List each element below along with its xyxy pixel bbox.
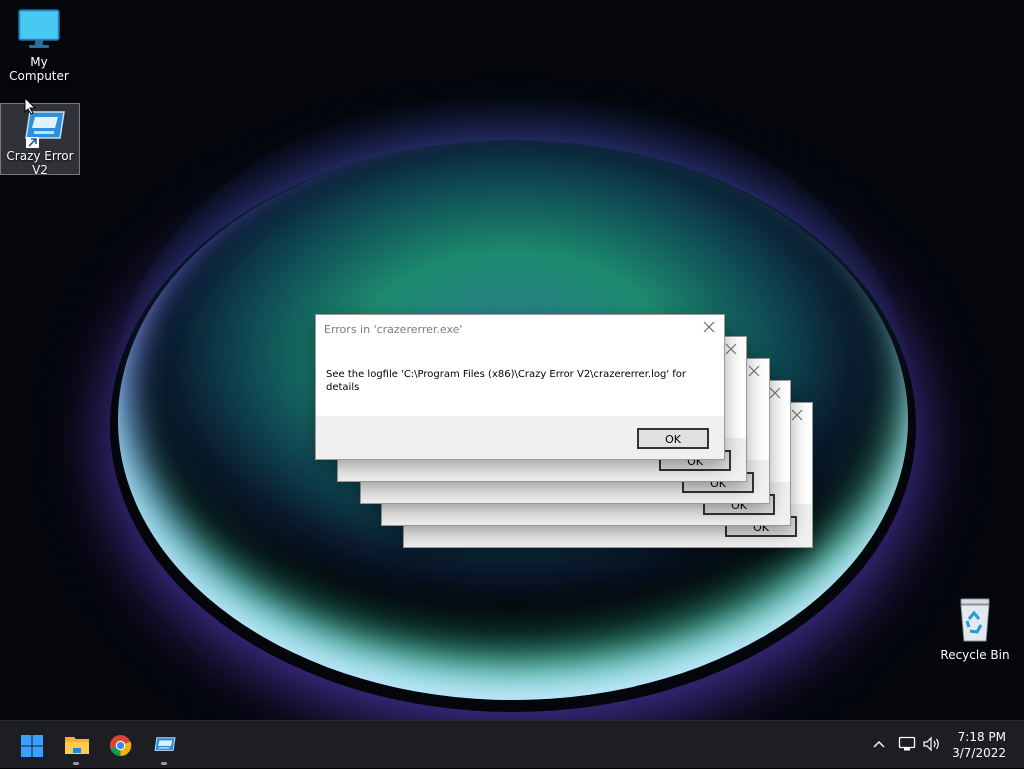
dialog-message: See the logfile 'C:\Program Files (x86)\…: [326, 369, 686, 393]
app-icon: [154, 737, 176, 751]
mouse-cursor-icon: [24, 97, 36, 115]
desktop-icon-recycle-bin[interactable]: Recycle Bin: [936, 597, 1014, 662]
desktop-icon-label: Recycle Bin: [940, 648, 1010, 662]
volume-icon[interactable]: [922, 736, 942, 752]
error-dialog: Errors in 'crazererrer.exe' See the logf…: [315, 314, 725, 460]
windows-start-icon: [21, 735, 43, 757]
dialog-title: Errors in 'crazererrer.exe': [324, 323, 463, 336]
close-icon[interactable]: [768, 386, 782, 400]
folder-icon: [65, 737, 89, 754]
taskbar-file-explorer[interactable]: [56, 721, 96, 769]
system-clock[interactable]: 7:18 PM 3/7/2022: [952, 729, 1006, 761]
taskbar-chrome[interactable]: [100, 721, 140, 769]
close-icon[interactable]: [724, 342, 738, 356]
recycle-bin-icon: [955, 598, 995, 646]
taskbar-crazy-error[interactable]: [144, 721, 184, 769]
running-indicator: [161, 762, 167, 765]
start-button[interactable]: [12, 721, 52, 769]
network-icon[interactable]: [898, 736, 916, 752]
dialog-footer: OK: [316, 416, 724, 459]
close-icon[interactable]: [702, 320, 716, 334]
chrome-icon: [109, 734, 132, 757]
ok-button[interactable]: OK: [637, 428, 709, 449]
running-indicator: [73, 762, 79, 765]
clock-date: 3/7/2022: [952, 746, 1006, 760]
desktop-icon-label: Crazy Error V2: [6, 149, 74, 177]
close-icon[interactable]: [790, 408, 804, 422]
taskbar: 7:18 PM 3/7/2022: [0, 720, 1024, 768]
desktop-icon-crazy-error[interactable]: Crazy Error V2: [0, 103, 80, 177]
chevron-up-icon[interactable]: [872, 739, 886, 749]
clock-time: 7:18 PM: [957, 730, 1006, 744]
desktop-icon-my-computer[interactable]: My Computer: [0, 8, 78, 83]
monitor-icon: [17, 9, 61, 53]
close-icon[interactable]: [747, 364, 761, 378]
desktop-icon-label: My Computer: [9, 55, 69, 83]
